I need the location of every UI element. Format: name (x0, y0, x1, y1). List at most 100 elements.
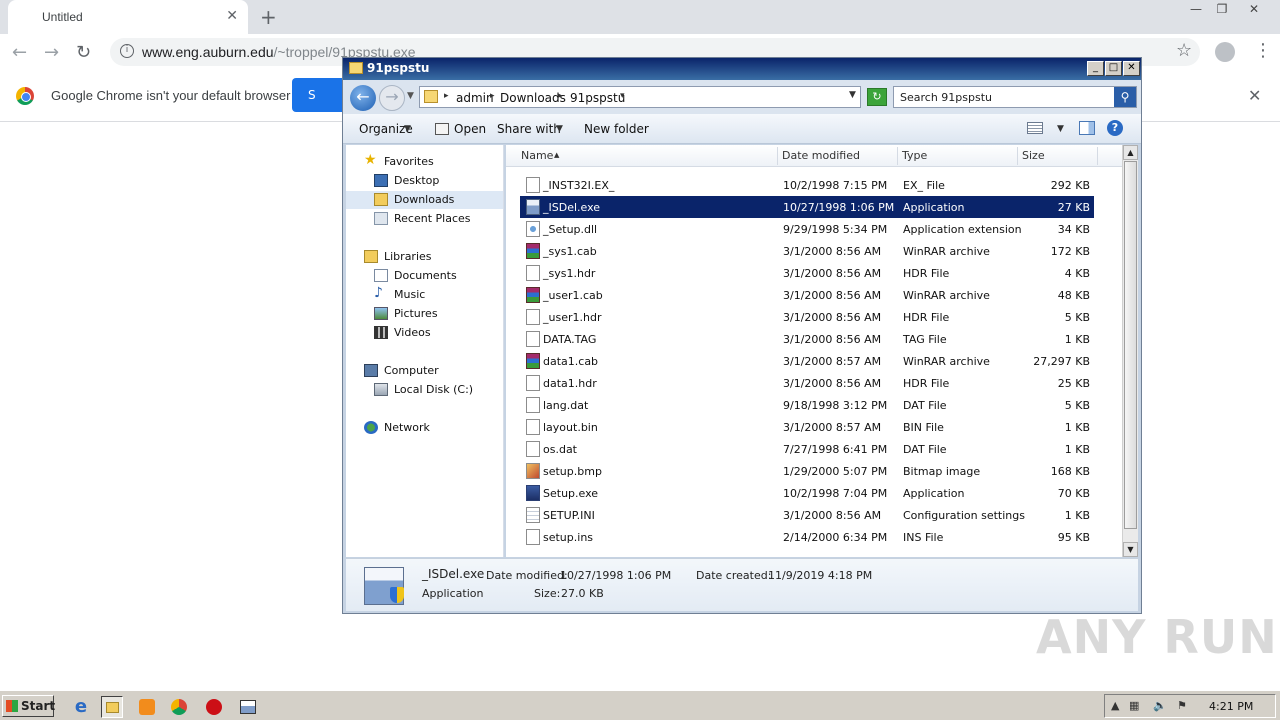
search-icon[interactable]: ⚲ (1114, 87, 1136, 107)
bookmark-star-icon[interactable]: ☆ (1176, 40, 1192, 61)
window-title: 91pspstu (367, 61, 430, 75)
explorer-titlebar[interactable]: 91pspstu _ □ ✕ (343, 58, 1141, 80)
explorer-taskbar-icon[interactable] (101, 696, 123, 718)
forward-button[interactable]: → (379, 85, 405, 111)
nav-desktop[interactable]: Desktop (374, 172, 494, 190)
back-button[interactable]: ← (350, 85, 376, 111)
file-row[interactable]: data1.hdr 3/1/2000 8:56 AM HDR File 25 KB (520, 372, 1094, 394)
column-date-modified[interactable]: Date modified (782, 149, 860, 162)
start-button[interactable]: Start (2, 695, 55, 717)
file-row[interactable]: DATA.TAG 3/1/2000 8:56 AM TAG File 1 KB (520, 328, 1094, 350)
chevron-right-icon[interactable]: ▸ (444, 91, 449, 101)
file-row[interactable]: layout.bin 3/1/2000 8:57 AM BIN File 1 KB (520, 416, 1094, 438)
browser-tab[interactable]: Untitled ✕ (8, 0, 248, 34)
network-tray-icon[interactable]: ▦ (1129, 699, 1139, 712)
file-row[interactable]: _user1.hdr 3/1/2000 8:56 AM HDR File 5 KB (520, 306, 1094, 328)
file-row[interactable]: _sys1.hdr 3/1/2000 8:56 AM HDR File 4 KB (520, 262, 1094, 284)
chrome-taskbar-icon[interactable] (168, 696, 190, 718)
installer-taskbar-icon[interactable] (237, 696, 259, 718)
close-button[interactable]: ✕ (1123, 61, 1140, 76)
tab-close-icon[interactable]: ✕ (226, 8, 238, 24)
scroll-down-icon[interactable]: ▼ (1123, 542, 1138, 557)
close-window-icon[interactable]: ✕ (1240, 0, 1268, 20)
nav-pictures[interactable]: Pictures (374, 305, 494, 323)
nav-favorites[interactable]: ★ Favorites (364, 152, 494, 171)
file-row[interactable]: setup.ins 2/14/2000 6:34 PM INS File 95 KB (520, 526, 1094, 548)
show-hidden-icons-icon[interactable]: ▲ (1111, 699, 1119, 712)
scroll-thumb[interactable] (1124, 161, 1137, 529)
media-player-icon[interactable] (136, 696, 158, 718)
column-size[interactable]: Size (1022, 149, 1045, 162)
file-row[interactable]: _user1.cab 3/1/2000 8:56 AM WinRAR archive… (520, 284, 1094, 306)
chevron-down-icon[interactable]: ▾ (620, 91, 625, 101)
info-icon[interactable]: i (120, 44, 134, 58)
file-row[interactable]: _INST32I.EX_ 10/2/1998 7:15 PM EX_ File 292… (520, 174, 1094, 196)
nav-libraries[interactable]: Libraries (364, 248, 494, 266)
file-row[interactable]: Setup.exe 10/2/1998 7:04 PM Application 70 … (520, 482, 1094, 504)
view-options-icon[interactable] (1027, 122, 1043, 134)
nav-label: Network (384, 421, 430, 434)
column-name[interactable]: Name (521, 149, 553, 162)
nav-videos[interactable]: Videos (374, 324, 494, 342)
address-dropdown-icon[interactable]: ▼ (849, 90, 856, 100)
address-row: ← → ▼ ▸ admin ▸ Downloads ▸ 91pspstu ▾ ▼… (343, 80, 1141, 114)
nav-network[interactable]: Network (364, 419, 494, 437)
refresh-icon[interactable]: ↻ (867, 88, 887, 106)
volume-icon[interactable]: 🔈 (1153, 699, 1167, 712)
forward-arrow-icon[interactable]: → (44, 42, 59, 63)
profile-avatar-icon[interactable] (1215, 42, 1235, 62)
file-row[interactable]: SETUP.INI 3/1/2000 8:56 AM Configuration s… (520, 504, 1094, 526)
file-row[interactable]: setup.bmp 1/29/2000 5:07 PM Bitmap image 16… (520, 460, 1094, 482)
nav-recent-places[interactable]: Recent Places (374, 210, 494, 228)
column-separator[interactable] (777, 147, 778, 165)
chevron-right-icon[interactable]: ▸ (490, 91, 495, 101)
chevron-down-icon[interactable]: ▼ (556, 124, 563, 134)
history-dropdown-icon[interactable]: ▼ (407, 91, 414, 101)
restore-icon[interactable]: ❐ (1208, 0, 1236, 20)
nav-documents[interactable]: Documents (374, 267, 494, 285)
breadcrumb-admin[interactable]: admin (456, 91, 494, 105)
file-size: 48 KB (1057, 289, 1090, 302)
reload-icon[interactable]: ↻ (76, 42, 91, 63)
maximize-button[interactable]: □ (1105, 61, 1122, 76)
chevron-down-icon[interactable]: ▼ (1057, 124, 1064, 134)
column-type[interactable]: Type (902, 149, 927, 162)
file-row[interactable]: lang.dat 9/18/1998 3:12 PM DAT File 5 KB (520, 394, 1094, 416)
breadcrumb-current[interactable]: 91pspstu (570, 91, 625, 105)
file-row[interactable]: os.dat 7/27/1998 6:41 PM DAT File 1 KB (520, 438, 1094, 460)
file-type: WinRAR archive (903, 355, 990, 368)
new-folder-button[interactable]: New folder (584, 122, 649, 136)
file-row[interactable]: _ISDel.exe 10/27/1998 1:06 PM Application 2… (520, 196, 1094, 218)
chevron-right-icon[interactable]: ▸ (558, 91, 563, 101)
opera-icon[interactable] (203, 696, 225, 718)
vertical-scrollbar[interactable]: ▲ ▼ (1122, 145, 1138, 557)
column-separator[interactable] (1097, 147, 1098, 165)
nav-computer[interactable]: Computer (364, 362, 494, 380)
help-icon[interactable]: ? (1107, 120, 1123, 136)
back-arrow-icon[interactable]: ← (12, 42, 27, 63)
breadcrumb-downloads[interactable]: Downloads (500, 91, 566, 105)
new-tab-icon[interactable]: + (260, 5, 277, 29)
clock[interactable]: 4:21 PM (1209, 700, 1253, 713)
share-with-button[interactable]: Share with (497, 122, 561, 136)
infobar-close-icon[interactable]: ✕ (1248, 86, 1261, 105)
nav-music[interactable]: ♪ Music (374, 285, 494, 304)
minimize-icon[interactable]: — (1182, 0, 1210, 20)
column-separator[interactable] (1017, 147, 1018, 165)
search-input[interactable]: Search 91pspstu ⚲ (893, 86, 1137, 108)
internet-explorer-icon[interactable]: e (70, 696, 92, 718)
column-separator[interactable] (897, 147, 898, 165)
explorer-address-bar[interactable]: ▸ admin ▸ Downloads ▸ 91pspstu ▾ (419, 86, 861, 108)
nav-local-disk[interactable]: Local Disk (C:) (374, 381, 494, 399)
file-row[interactable]: data1.cab 3/1/2000 8:57 AM WinRAR archive 2… (520, 350, 1094, 372)
chrome-menu-icon[interactable]: ⋮ (1254, 40, 1272, 61)
scroll-up-icon[interactable]: ▲ (1123, 145, 1138, 160)
file-row[interactable]: _sys1.cab 3/1/2000 8:56 AM WinRAR archive 1… (520, 240, 1094, 262)
minimize-button[interactable]: _ (1087, 61, 1104, 76)
preview-pane-icon[interactable] (1079, 121, 1095, 135)
chevron-down-icon[interactable]: ▼ (404, 124, 411, 134)
action-center-flag-icon[interactable]: ⚑ (1177, 699, 1187, 712)
nav-downloads[interactable]: Downloads (346, 191, 503, 209)
file-row[interactable]: _Setup.dll 9/29/1998 5:34 PM Application e… (520, 218, 1094, 240)
open-button[interactable]: Open (454, 122, 486, 136)
